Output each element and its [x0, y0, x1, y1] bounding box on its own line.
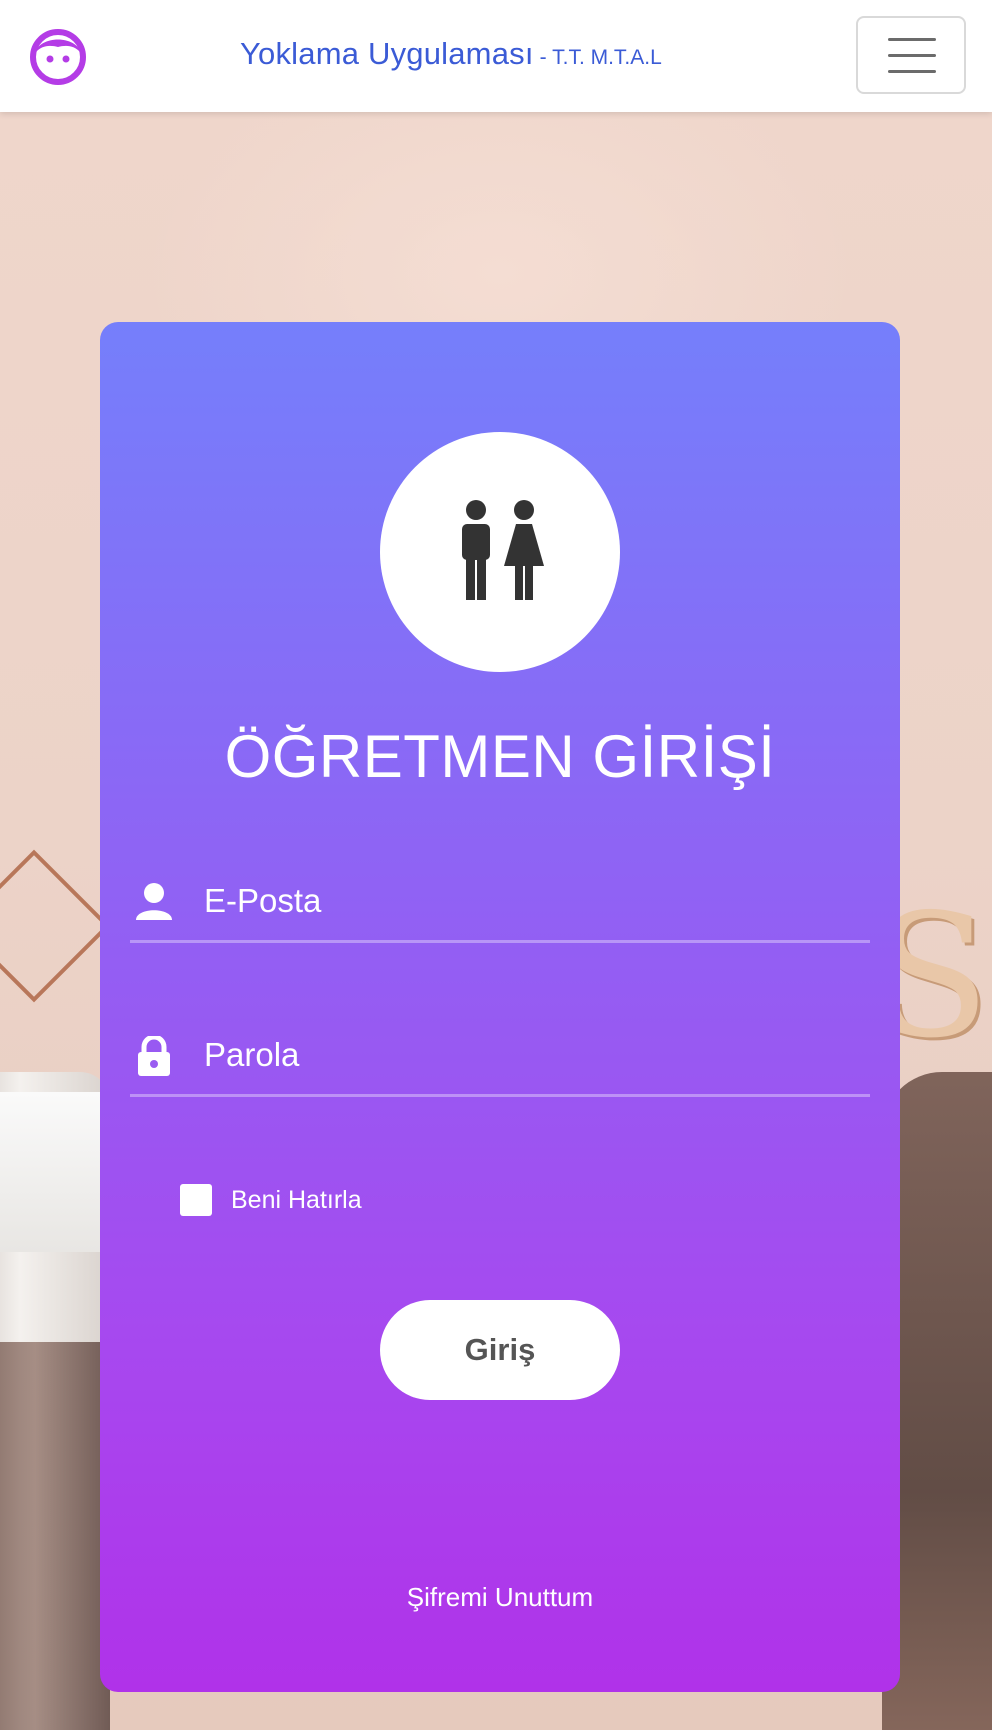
brand-subtitle: - T.T. M.T.A.L	[539, 46, 662, 69]
navbar: Yoklama Uygulaması - T.T. M.T.A.L	[0, 0, 992, 112]
man-woman-icon	[462, 500, 544, 600]
email-field-group	[130, 870, 870, 943]
hamburger-icon-line-3	[888, 70, 936, 73]
login-card: ÖĞRETMEN GİRİŞİ Beni Hatırla Giriş Şifre…	[100, 322, 900, 1692]
avatar	[380, 432, 620, 672]
brand[interactable]: Yoklama Uygulaması - T.T. M.T.A.L	[240, 36, 662, 72]
brand-title: Yoklama Uygulaması	[240, 36, 534, 71]
remember-checkbox[interactable]	[180, 1184, 212, 1216]
forgot-password-link[interactable]: Şifremi Unuttum	[100, 1582, 900, 1613]
password-input[interactable]	[204, 1030, 844, 1080]
email-input[interactable]	[204, 876, 844, 926]
user-icon	[136, 882, 172, 922]
menu-toggle-button[interactable]	[856, 16, 966, 94]
lock-icon	[136, 1034, 172, 1076]
hamburger-icon-line-1	[888, 38, 936, 41]
password-field-group	[130, 1024, 870, 1097]
hamburger-icon-line-2	[888, 54, 936, 57]
decor-frame	[0, 849, 111, 1003]
face-icon[interactable]	[30, 29, 86, 85]
login-title: ÖĞRETMEN GİRİŞİ	[224, 723, 776, 790]
login-button[interactable]: Giriş	[380, 1300, 620, 1400]
decor-jar-body	[0, 1342, 110, 1730]
remember-label[interactable]: Beni Hatırla	[231, 1186, 362, 1215]
